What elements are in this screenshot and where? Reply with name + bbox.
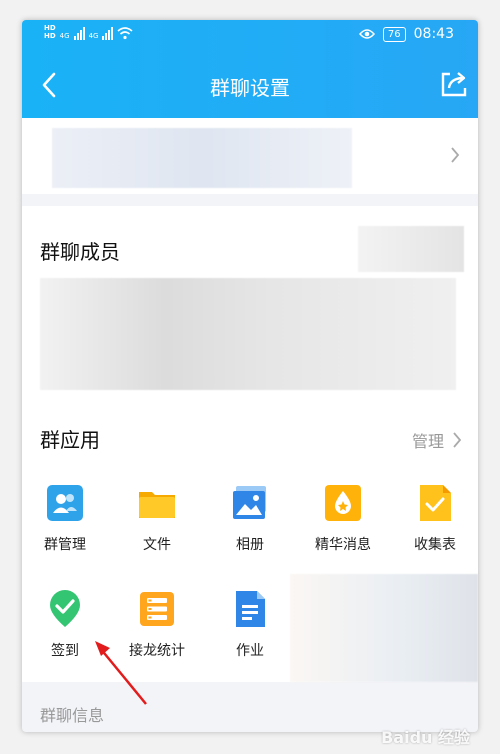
battery-indicator: 76: [382, 26, 406, 42]
clock: 08:43: [413, 26, 454, 42]
members-title: 群聊成员: [40, 240, 120, 264]
group-profile-card[interactable]: [22, 118, 478, 194]
members-count-blurred: [358, 226, 464, 272]
signal-icon-2: [102, 26, 114, 40]
photo-album-icon: [233, 486, 266, 519]
group-apps-title: 群应用: [40, 428, 100, 452]
app-label: 精华消息: [315, 537, 371, 553]
essence-message-icon: [325, 485, 361, 521]
group-profile-blurred: [52, 128, 352, 188]
header: HD HD 4G 4G 76 08:43 群聊设置: [22, 20, 478, 118]
hd-label: HD HD: [44, 24, 56, 40]
wifi-icon: [117, 27, 133, 40]
relay-statistics-icon: [140, 592, 174, 626]
app-essence[interactable]: 精华消息: [303, 484, 383, 554]
nav-bar: 群聊设置: [22, 60, 478, 110]
app-files[interactable]: 文件: [117, 484, 197, 554]
blurred-apps-region: [290, 574, 478, 682]
network-indicators: HD HD 4G 4G: [44, 24, 133, 40]
app-label: 收集表: [414, 537, 456, 553]
annotation-arrow-icon: [95, 641, 147, 705]
network-type-2: 4G: [88, 32, 99, 40]
app-group-manage[interactable]: 群管理: [25, 484, 105, 554]
chevron-right-icon: [451, 147, 460, 163]
collection-form-icon: [420, 485, 451, 521]
page-title: 群聊设置: [210, 76, 290, 100]
member-avatars-blurred: [40, 278, 456, 390]
app-collection-form[interactable]: 收集表: [395, 484, 475, 554]
app-label: 相册: [236, 537, 264, 553]
manage-label: 管理: [411, 432, 444, 451]
homework-icon: [236, 591, 265, 627]
status-right: 76 08:43: [358, 26, 454, 42]
watermark: Baidu 经验: [381, 728, 470, 747]
share-icon[interactable]: [438, 68, 470, 100]
app-label: 文件: [143, 537, 171, 553]
phone-screen: HD HD 4G 4G 76 08:43 群聊设置 群聊成员 群应用 管理 群管…: [22, 20, 478, 732]
app-album[interactable]: 相册: [210, 484, 290, 554]
status-bar: HD HD 4G 4G 76 08:43: [22, 20, 478, 50]
folder-icon: [139, 492, 175, 518]
group-manage-icon: [47, 485, 83, 521]
app-label: 作业: [236, 643, 264, 659]
chevron-right-icon: [453, 432, 462, 448]
members-card[interactable]: 群聊成员: [22, 206, 478, 392]
signal-icon: [73, 26, 85, 40]
eye-icon: [358, 29, 375, 39]
manage-link[interactable]: 管理: [412, 428, 462, 452]
check-in-icon: [50, 590, 80, 627]
app-homework[interactable]: 作业: [210, 590, 290, 660]
network-type-1: 4G: [59, 32, 70, 40]
app-label: 群管理: [44, 537, 86, 553]
